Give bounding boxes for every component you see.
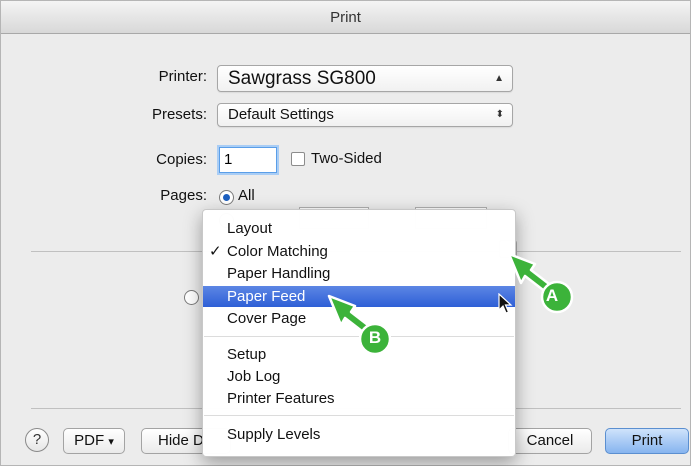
menu-item-job-log[interactable]: Job Log (203, 366, 515, 387)
print-button[interactable]: Print (605, 428, 689, 454)
printer-popup[interactable]: Sawgrass SG800 ▲ (217, 65, 513, 92)
menu-separator (204, 415, 514, 416)
menu-item-label: Setup (227, 346, 267, 363)
title-bar: Print (1, 1, 690, 34)
pages-all-radio[interactable] (219, 190, 234, 205)
menu-item-label: Supply Levels (227, 426, 321, 443)
menu-item-label: Printer Features (227, 390, 335, 407)
menu-item-label: Layout (227, 220, 273, 237)
menu-item-supply-levels[interactable]: Supply Levels (203, 424, 515, 445)
cancel-button[interactable]: Cancel (508, 428, 592, 454)
two-sided-label: Two-Sided (311, 150, 382, 167)
printer-label: Printer: (158, 68, 207, 85)
presets-popup[interactable]: Default Settings ⬍ (217, 103, 513, 127)
pdf-label: PDF (74, 432, 105, 449)
pdf-button[interactable]: PDF ▾ (63, 428, 125, 454)
callout-a-label: A (545, 286, 559, 305)
menu-item-color-matching[interactable]: ✓ Color Matching (203, 241, 515, 262)
chevron-down-icon: ▾ (108, 436, 114, 448)
menu-item-label: Paper Handling (227, 265, 331, 282)
menu-item-label: Cover Page (227, 310, 307, 327)
callout-arrow-b-icon (327, 294, 392, 356)
pages-all-label: All (238, 187, 255, 204)
menu-item-layout[interactable]: Layout (203, 218, 515, 239)
menu-item-label: Job Log (227, 368, 281, 385)
menu-item-paper-handling[interactable]: Paper Handling (203, 263, 515, 284)
presets-label: Presets: (151, 106, 207, 123)
checkmark-icon: ✓ (209, 243, 222, 260)
menu-item-label: Paper Feed (227, 288, 306, 305)
printer-value: Sawgrass SG800 (228, 68, 376, 89)
callout-b-label: B (368, 328, 382, 347)
popup-arrows-icon: ▲ (494, 73, 504, 84)
pages-label: Pages: (160, 187, 207, 204)
presets-value: Default Settings (228, 106, 334, 123)
menu-item-printer-features[interactable]: Printer Features (203, 388, 515, 409)
window-title: Print (330, 9, 361, 26)
copies-field[interactable]: 1 (219, 147, 277, 173)
callout-arrow-a-icon (507, 252, 574, 314)
two-sided-checkbox[interactable] (291, 152, 305, 166)
menu-item-label: Color Matching (227, 243, 328, 260)
hidden-option-radio[interactable] (184, 290, 199, 305)
copies-label: Copies: (156, 151, 207, 168)
help-button[interactable]: ? (25, 428, 49, 452)
popup-arrows-icon: ⬍ (495, 109, 504, 120)
